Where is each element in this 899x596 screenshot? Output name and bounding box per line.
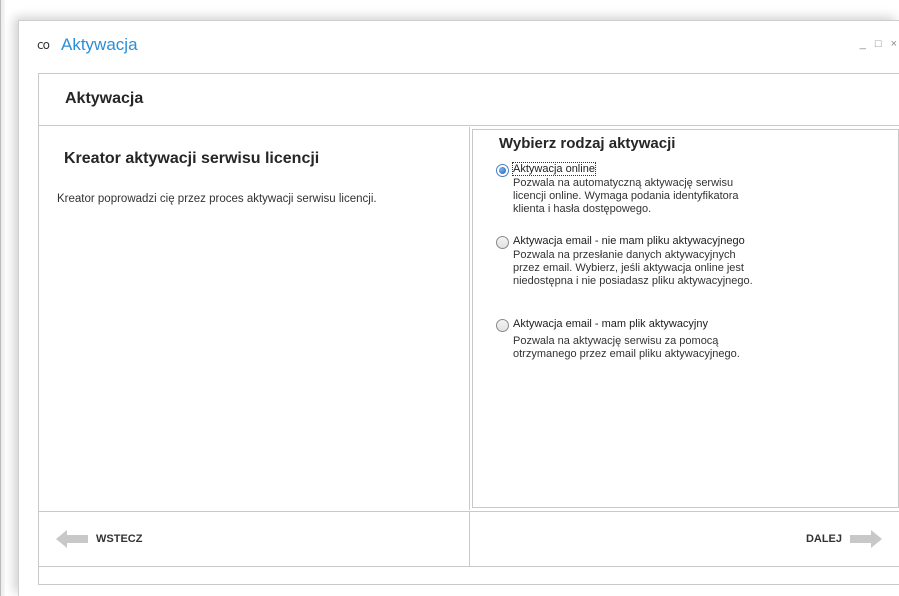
window-controls: _ □ × <box>860 38 897 50</box>
option-email-no-file-line-1: Pozwala na przesłanie danych aktywacyjny… <box>513 249 736 261</box>
option-online-description: Pozwala na automatyczną aktywację serwis… <box>513 177 803 216</box>
page-title: Aktywacja <box>65 90 144 107</box>
option-email-no-file-label[interactable]: Aktywacja email - nie mam pliku aktywacy… <box>513 235 745 247</box>
wizard-info-pane: Kreator aktywacji serwisu licencji Kreat… <box>39 127 470 510</box>
maximize-button[interactable]: □ <box>875 38 882 50</box>
wizard-panel: Aktywacja Kreator aktywacji serwisu lice… <box>38 73 899 585</box>
activation-window: co Aktywacja _ □ × Aktywacja Kreator akt… <box>18 20 899 596</box>
desktop-edge-line <box>0 0 1 596</box>
option-email-with-file-line-2: otrzymanego przez email pliku aktywacyjn… <box>513 348 740 360</box>
option-email-with-file-line-1: Pozwala na aktywację serwisu za pomocą <box>513 335 719 347</box>
option-email-with-file-description: Pozwala na aktywację serwisu za pomocą o… <box>513 335 803 361</box>
next-button-label: DALEJ <box>805 533 842 545</box>
wizard-header: Aktywacja <box>39 74 899 126</box>
arrow-left-icon <box>56 530 88 548</box>
option-online-line-2: licencji online. Wymaga podania identyfi… <box>513 190 739 202</box>
wizard-title: Kreator aktywacji serwisu licencji <box>64 150 320 167</box>
footer-left: WSTECZ <box>39 511 470 566</box>
radio-email-with-file[interactable] <box>496 319 509 332</box>
option-online-line-1: Pozwala na automatyczną aktywację serwis… <box>513 177 734 189</box>
back-button-label: WSTECZ <box>96 533 143 545</box>
next-button[interactable]: DALEJ <box>806 530 882 548</box>
app-logo-icon: co <box>37 38 50 52</box>
option-email-no-file-line-2: przez email. Wybierz, jeśli aktywacja on… <box>513 262 744 274</box>
arrow-right-icon <box>850 530 882 548</box>
wizard-description: Kreator poprowadzi cię przez proces akty… <box>57 193 377 205</box>
radio-online[interactable] <box>496 164 509 177</box>
back-button[interactable]: WSTECZ <box>56 530 142 548</box>
status-strip <box>39 566 899 584</box>
radio-email-no-file[interactable] <box>496 236 509 249</box>
window-title: Aktywacja <box>61 35 138 54</box>
option-online-line-3: klienta i hasła dostępowego. <box>513 203 652 215</box>
option-email-with-file-label[interactable]: Aktywacja email - mam plik aktywacyjny <box>513 318 708 330</box>
close-button[interactable]: × <box>891 38 897 50</box>
option-email-no-file-description: Pozwala na przesłanie danych aktywacyjny… <box>513 249 803 288</box>
option-online-label[interactable]: Aktywacja online <box>512 162 596 176</box>
titlebar: co Aktywacja _ □ × <box>19 21 899 71</box>
footer-right: DALEJ <box>470 511 899 566</box>
option-email-no-file-line-3: niedostępna i nie posiadasz pliku aktywa… <box>513 275 753 287</box>
activation-type-title: Wybierz rodzaj aktywacji <box>499 135 676 152</box>
activation-type-pane: Wybierz rodzaj aktywacji Aktywacja onlin… <box>472 129 899 508</box>
minimize-button[interactable]: _ <box>860 38 866 50</box>
